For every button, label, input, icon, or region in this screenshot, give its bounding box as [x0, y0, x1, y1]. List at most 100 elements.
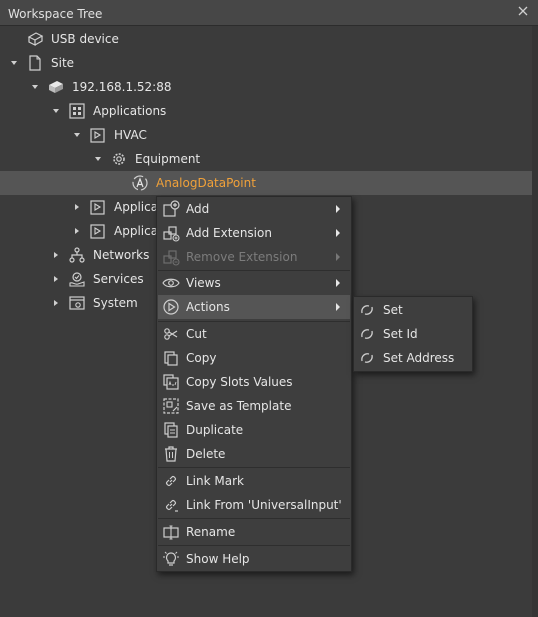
- analog-point-icon: [132, 175, 148, 191]
- device-icon: [49, 81, 63, 93]
- copy-values-icon: [163, 374, 179, 390]
- submenu-item-label: Set: [383, 303, 403, 317]
- menu-item-copy-slots-values[interactable]: Copy Slots Values: [158, 370, 350, 394]
- menu-item-copy[interactable]: Copy: [158, 346, 350, 370]
- menu-item-link-mark[interactable]: Link Mark: [158, 469, 350, 493]
- chevron-right-icon[interactable]: [73, 227, 81, 235]
- menu-item-label: Rename: [186, 525, 236, 539]
- copy-icon: [164, 351, 178, 366]
- applications-grid-icon: [69, 103, 85, 119]
- panel-header: Workspace Tree: [0, 0, 538, 26]
- submenu-arrow-icon: [336, 253, 340, 261]
- tree-item-hvac[interactable]: HVAC: [0, 123, 532, 147]
- context-menu: Add Add Extension Remove Extension Views: [156, 196, 352, 572]
- menu-item-label: Views: [186, 276, 221, 290]
- add-extension-icon: [163, 226, 180, 242]
- menu-item-label: Add: [186, 202, 210, 216]
- menu-item-cut[interactable]: Cut: [158, 322, 350, 346]
- menu-item-delete[interactable]: Delete: [158, 442, 350, 466]
- application-icon: [90, 224, 105, 239]
- menu-item-add[interactable]: Add: [158, 197, 350, 221]
- application-icon: [90, 128, 105, 143]
- tree-item-applications[interactable]: Applications: [0, 99, 532, 123]
- menu-item-label: Add Extension: [186, 226, 272, 240]
- menu-item-show-help[interactable]: Show Help: [158, 547, 350, 571]
- tree-item-label: AnalogDataPoint: [156, 176, 256, 190]
- chevron-right-icon[interactable]: [52, 275, 60, 283]
- submenu-arrow-icon: [336, 303, 340, 311]
- menu-item-remove-extension: Remove Extension: [158, 245, 350, 269]
- gear-icon: [113, 153, 125, 165]
- tree-item-label: System: [93, 296, 138, 310]
- chevron-right-icon[interactable]: [73, 203, 81, 211]
- submenu-item-label: Set Address: [383, 351, 455, 365]
- system-icon: [69, 296, 85, 310]
- remove-extension-icon: [163, 250, 180, 266]
- tree-item-device[interactable]: 192.168.1.52:88: [0, 75, 532, 99]
- document-icon: [29, 55, 41, 71]
- submenu-item-set[interactable]: Set: [355, 298, 471, 322]
- menu-item-rename[interactable]: Rename: [158, 520, 350, 544]
- tree-item-label: Services: [93, 272, 144, 286]
- submenu-arrow-icon: [336, 229, 340, 237]
- menu-item-label: Cut: [186, 327, 207, 341]
- menu-item-actions[interactable]: Actions: [158, 295, 350, 319]
- chevron-down-icon[interactable]: [73, 131, 81, 139]
- chevron-down-icon[interactable]: [31, 83, 39, 91]
- link-icon: [166, 476, 176, 486]
- duplicate-icon: [164, 422, 178, 438]
- chevron-down-icon[interactable]: [94, 155, 102, 163]
- menu-item-label: Copy: [186, 351, 217, 365]
- menu-separator: [158, 467, 350, 468]
- link-from-icon: [166, 500, 178, 512]
- chevron-down-icon[interactable]: [10, 59, 18, 67]
- services-icon: [69, 272, 85, 287]
- menu-item-link-from[interactable]: Link From 'UniversalInput': [158, 493, 350, 517]
- menu-item-duplicate[interactable]: Duplicate: [158, 418, 350, 442]
- action-icon: [361, 329, 373, 339]
- panel-title: Workspace Tree: [8, 7, 103, 21]
- tree-item-label: Applications: [93, 104, 167, 118]
- menu-item-label: Duplicate: [186, 423, 244, 437]
- submenu-item-set-id[interactable]: Set Id: [355, 322, 471, 346]
- eye-icon: [162, 278, 180, 288]
- tree-item-site[interactable]: Site: [0, 51, 532, 75]
- template-icon: [163, 398, 179, 414]
- chevron-right-icon[interactable]: [52, 251, 60, 259]
- chevron-right-icon[interactable]: [52, 299, 60, 307]
- tree-item-usb-device[interactable]: USB device: [0, 27, 532, 51]
- menu-item-label: Save as Template: [186, 399, 292, 413]
- menu-item-label: Copy Slots Values: [186, 375, 293, 389]
- play-circle-icon: [163, 299, 179, 315]
- close-icon[interactable]: [518, 6, 528, 16]
- menu-item-label: Link From 'UniversalInput': [186, 498, 342, 512]
- menu-item-label: Remove Extension: [186, 250, 298, 264]
- menu-item-label: Link Mark: [186, 474, 244, 488]
- vertical-scrollbar[interactable]: [532, 26, 538, 617]
- action-icon: [361, 353, 373, 363]
- tree-item-label: Networks: [93, 248, 150, 262]
- usb-device-icon: [27, 32, 44, 46]
- menu-separator: [158, 518, 350, 519]
- actions-submenu: Set Set Id Set Address: [353, 296, 473, 372]
- rename-icon: [163, 525, 179, 540]
- submenu-item-set-address[interactable]: Set Address: [355, 346, 471, 370]
- menu-item-add-extension[interactable]: Add Extension: [158, 221, 350, 245]
- menu-item-save-as-template[interactable]: Save as Template: [158, 394, 350, 418]
- submenu-arrow-icon: [336, 205, 340, 213]
- tree-item-label: Site: [51, 56, 75, 70]
- add-icon: [163, 200, 180, 217]
- scissors-icon: [164, 328, 178, 340]
- network-icon: [69, 247, 85, 263]
- menu-item-label: Show Help: [186, 552, 250, 566]
- chevron-down-icon[interactable]: [52, 107, 60, 115]
- tree-item-label: HVAC: [114, 128, 147, 142]
- menu-item-views[interactable]: Views: [158, 271, 350, 295]
- tree-item-equipment[interactable]: Equipment: [0, 147, 532, 171]
- tree-item-analog-data-point[interactable]: AnalogDataPoint: [0, 171, 532, 195]
- menu-item-label: Delete: [186, 447, 226, 461]
- tree-item-label: USB device: [51, 32, 119, 46]
- tree-item-label: Equipment: [135, 152, 201, 166]
- submenu-item-label: Set Id: [383, 327, 418, 341]
- action-icon: [361, 305, 373, 315]
